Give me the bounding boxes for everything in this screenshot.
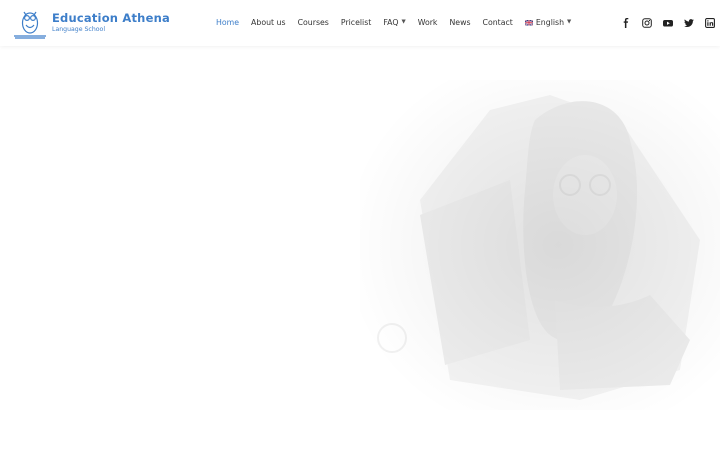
nav-label: Contact bbox=[482, 18, 513, 28]
brand-tagline: Language School bbox=[52, 26, 106, 33]
language-label: English bbox=[535, 18, 565, 28]
nav-item-work[interactable]: Work bbox=[418, 19, 438, 27]
language-selector[interactable]: English ▼ bbox=[524, 18, 572, 28]
hero-image bbox=[360, 80, 720, 410]
facebook-icon[interactable] bbox=[620, 18, 631, 29]
youtube-icon[interactable] bbox=[662, 18, 673, 29]
nav-item-pricelist[interactable]: Pricelist bbox=[341, 19, 371, 27]
instagram-icon[interactable] bbox=[641, 18, 652, 29]
linkedin-icon[interactable] bbox=[704, 18, 715, 29]
twitter-icon[interactable] bbox=[683, 18, 694, 29]
owl-logo-icon[interactable] bbox=[12, 7, 48, 40]
nav-item-courses[interactable]: Courses bbox=[298, 19, 329, 27]
nav-label: Home bbox=[216, 18, 240, 28]
nav-item-contact[interactable]: Contact bbox=[483, 19, 513, 27]
nav-label: Courses bbox=[297, 18, 329, 28]
nav-item-home[interactable]: Home bbox=[216, 19, 239, 27]
social-links bbox=[620, 17, 715, 29]
nav-label: News bbox=[449, 18, 471, 28]
main-nav: Home About us Courses Pricelist FAQ ▼ Wor… bbox=[216, 17, 571, 29]
nav-item-faq[interactable]: FAQ ▼ bbox=[383, 19, 405, 27]
nav-label: Work bbox=[417, 18, 438, 28]
uk-flag-icon bbox=[524, 20, 533, 26]
nav-label: About us bbox=[251, 18, 286, 28]
chevron-down-icon: ▼ bbox=[401, 19, 406, 26]
site-header: Education Athena Language School Home Ab… bbox=[0, 0, 720, 46]
nav-item-about-us[interactable]: About us bbox=[251, 19, 286, 27]
nav-label: Pricelist bbox=[340, 18, 372, 28]
chevron-down-icon: ▼ bbox=[567, 19, 572, 26]
nav-label: FAQ bbox=[383, 18, 399, 28]
brand-name[interactable]: Education Athena bbox=[52, 11, 170, 25]
nav-item-news[interactable]: News bbox=[449, 19, 470, 27]
